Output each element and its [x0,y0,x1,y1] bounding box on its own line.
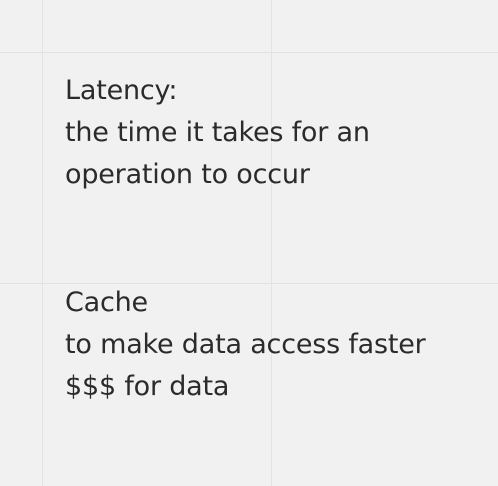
cache-note[interactable]: Cache to make data access faster $$$ for… [65,282,426,408]
cache-note-line: $$$ for data [65,371,230,402]
latency-note-title: Latency: [65,75,178,106]
latency-note-line: the time it takes for an [65,117,370,148]
grid-line-horizontal [0,52,498,53]
whiteboard-canvas[interactable]: { "notes": { "latency": { "lines": [ "La… [0,0,498,486]
latency-note-line: operation to occur [65,159,310,190]
latency-note[interactable]: Latency: the time it takes for an operat… [65,70,370,196]
cache-note-line: to make data access faster [65,329,426,360]
cache-note-title: Cache [65,287,148,318]
grid-line-vertical [42,0,43,486]
